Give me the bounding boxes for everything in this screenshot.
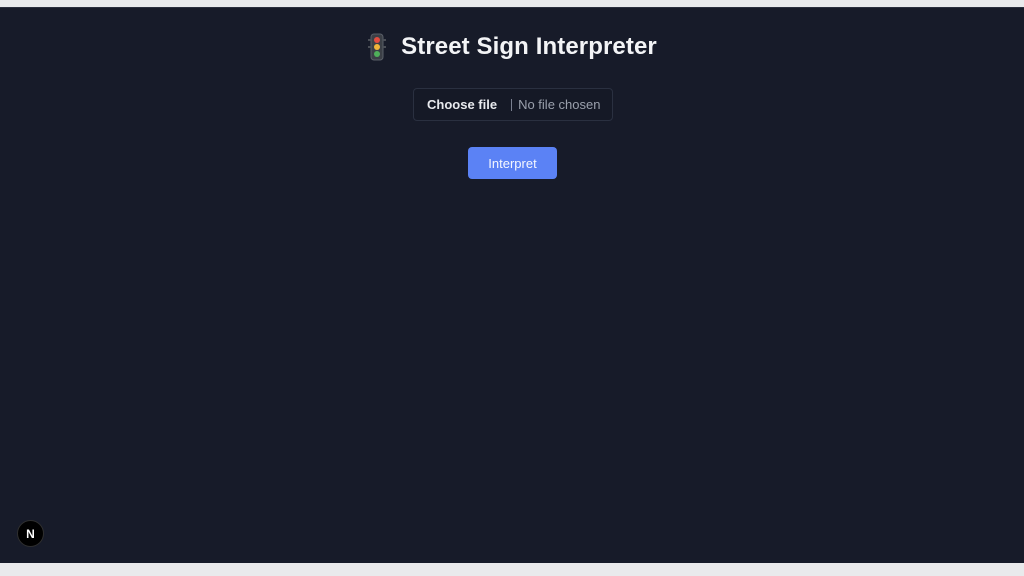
file-status-text: No file chosen [518, 97, 601, 112]
traffic-light-icon [368, 33, 387, 61]
file-input[interactable]: Choose file No file chosen [413, 88, 613, 121]
choose-file-button[interactable]: Choose file [427, 97, 497, 112]
nextjs-icon: N [26, 526, 35, 541]
header: Street Sign Interpreter [0, 32, 1024, 62]
app-window: Street Sign Interpreter Choose file No f… [0, 7, 1024, 563]
page-title: Street Sign Interpreter [401, 33, 657, 60]
interpret-button[interactable]: Interpret [468, 147, 557, 179]
file-input-divider [511, 98, 513, 111]
nextjs-dev-badge[interactable]: N [17, 520, 44, 547]
